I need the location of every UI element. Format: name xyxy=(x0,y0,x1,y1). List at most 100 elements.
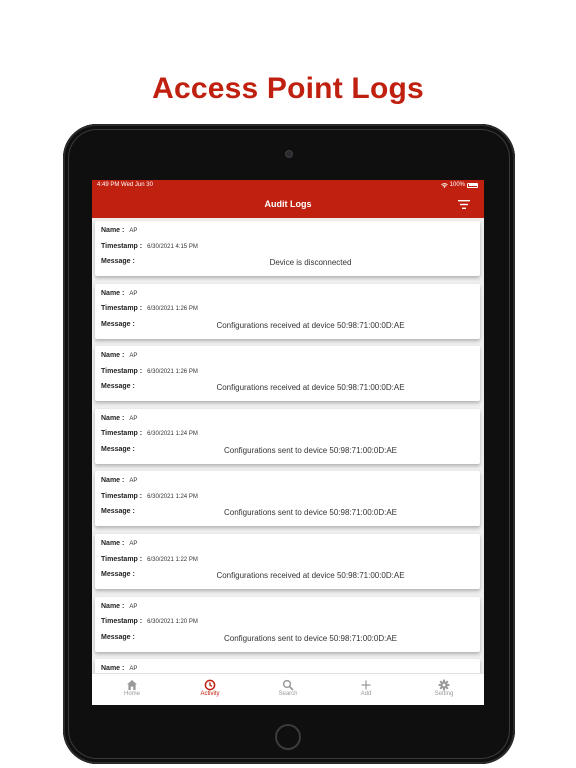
log-card[interactable]: Name : AP Timestamp : 6/30/2021 1:24 PM Mess… xyxy=(95,471,480,527)
log-name-value: AP xyxy=(129,415,138,422)
log-name-value: AP xyxy=(129,666,138,673)
log-message-value: Configurations sent to device 50:98:71:0… xyxy=(224,633,397,643)
nav-bar: Audit Logs xyxy=(92,191,484,218)
log-name-label: Name : xyxy=(101,352,125,360)
log-card[interactable]: Name : AP Timestamp : 6/30/2021 1:26 PM Mess… xyxy=(95,283,480,339)
wifi-icon xyxy=(440,182,448,188)
search-icon xyxy=(282,678,294,691)
log-name-label: Name : xyxy=(101,477,125,485)
log-timestamp-row: Timestamp : 6/30/2021 1:24 PM xyxy=(101,430,474,440)
tab-activity[interactable]: Activity xyxy=(171,674,249,705)
log-message-value: Configurations sent to device 50:98:71:0… xyxy=(224,508,397,518)
log-name-value: AP xyxy=(129,541,138,547)
log-message-label: Message : xyxy=(101,633,135,641)
log-name-value: AP xyxy=(129,478,138,485)
log-name-label: Name : xyxy=(101,227,125,234)
status-time: 4:49 PM Wed Jun 30 xyxy=(97,182,153,188)
log-name-row: Name : AP xyxy=(101,477,474,487)
tab-label: Add xyxy=(360,691,372,697)
log-message-label: Message : xyxy=(101,320,135,328)
log-name-row: Name : AP xyxy=(101,540,474,550)
log-message-value: Configurations received at device 50:98:… xyxy=(216,571,405,580)
clock-icon xyxy=(204,678,216,691)
log-timestamp-row: Timestamp : 6/30/2021 1:26 PM xyxy=(101,368,474,378)
log-message-value: Configurations received at device 50:98:… xyxy=(216,383,405,393)
log-card[interactable]: Name : AP Timestamp : 6/30/2021 1:24 PM Mess… xyxy=(95,408,480,464)
log-timestamp-label: Timestamp : xyxy=(101,367,143,375)
log-timestamp-value: 6/30/2021 1:24 PM xyxy=(147,493,198,500)
log-timestamp-value: 6/30/2021 1:22 PM xyxy=(147,556,198,563)
tab-bar: Home Activity Search Add Setting xyxy=(92,673,484,705)
tab-label: Search xyxy=(278,691,298,697)
tab-label: Activity xyxy=(200,691,220,697)
status-bar: 4:49 PM Wed Jun 30 100% xyxy=(92,180,484,191)
tab-add[interactable]: Add xyxy=(327,674,405,705)
page-headline: Access Point Logs xyxy=(152,72,424,105)
log-timestamp-row: Timestamp : 6/30/2021 4:15 PM xyxy=(101,243,474,253)
log-card[interactable]: Name : AP Timestamp : 6/30/2021 4:15 PM Mess… xyxy=(95,221,480,276)
tab-search[interactable]: Search xyxy=(249,674,327,705)
log-message-row: Message : Device is disconnected xyxy=(101,258,474,268)
filter-icon[interactable] xyxy=(458,199,470,210)
log-timestamp-row: Timestamp : 6/30/2021 1:24 PM xyxy=(101,493,474,503)
log-message-label: Message : xyxy=(101,383,135,391)
log-timestamp-label: Timestamp : xyxy=(101,305,143,313)
log-timestamp-label: Timestamp : xyxy=(101,618,143,626)
log-name-label: Name : xyxy=(101,289,125,297)
battery-percent: 100% xyxy=(449,182,465,188)
log-message-row: Message : Configurations received at devi… xyxy=(101,571,474,581)
log-timestamp-value: 6/30/2021 1:24 PM xyxy=(147,431,198,438)
log-card[interactable]: Name : AP Timestamp : 6/30/2021 1:22 PM Mess… xyxy=(95,534,480,589)
log-timestamp-value: 6/30/2021 1:20 PM xyxy=(147,619,198,626)
log-message-value: Configurations received at device 50:98:… xyxy=(216,320,405,330)
log-timestamp-label: Timestamp : xyxy=(101,430,143,438)
tab-setting[interactable]: Setting xyxy=(405,674,483,705)
log-name-value: AP xyxy=(129,228,138,234)
log-message-label: Message : xyxy=(101,445,135,453)
log-card[interactable]: Name : AP Timestamp : 6/30/2021 1:26 PM Mess… xyxy=(95,346,480,402)
log-name-label: Name : xyxy=(101,665,125,673)
log-card[interactable]: Name : AP Timestamp : 6/30/2021 1:20 PM Mess… xyxy=(95,596,480,652)
front-camera xyxy=(285,150,293,158)
log-message-row: Message : Configurations sent to device 5… xyxy=(101,446,474,456)
plus-icon xyxy=(360,678,372,690)
log-name-label: Name : xyxy=(101,602,125,610)
log-message-value: Configurations sent to device 50:98:71:0… xyxy=(224,445,397,455)
log-timestamp-row: Timestamp : 6/30/2021 1:22 PM xyxy=(101,556,474,566)
log-name-row: Name : AP xyxy=(101,603,474,613)
log-timestamp-label: Timestamp : xyxy=(101,242,143,250)
log-timestamp-row: Timestamp : 6/30/2021 1:26 PM xyxy=(101,305,474,315)
log-timestamp-value: 6/30/2021 1:26 PM xyxy=(147,368,198,375)
log-name-row: Name : AP xyxy=(101,227,474,237)
home-icon xyxy=(126,678,138,690)
log-timestamp-value: 6/30/2021 1:26 PM xyxy=(147,306,198,313)
audit-log-list[interactable]: Name : AP Timestamp : 6/30/2021 4:15 PM Mess… xyxy=(92,218,484,673)
log-message-row: Message : Configurations received at devi… xyxy=(101,383,474,393)
tab-label: Home xyxy=(123,691,140,697)
log-card[interactable]: Name : AP xyxy=(95,659,480,673)
gear-icon xyxy=(438,678,450,691)
battery-icon xyxy=(467,182,478,188)
log-timestamp-value: 6/30/2021 4:15 PM xyxy=(147,243,198,250)
tab-home[interactable]: Home xyxy=(93,674,171,705)
log-message-value: Device is disconnected xyxy=(269,258,352,267)
log-message-row: Message : Configurations sent to device 5… xyxy=(101,508,474,518)
log-message-row: Message : Configurations sent to device 5… xyxy=(101,634,474,644)
home-hardware-button[interactable] xyxy=(275,724,301,750)
log-name-value: AP xyxy=(129,353,138,360)
log-message-row: Message : Configurations received at devi… xyxy=(101,321,474,331)
log-message-label: Message : xyxy=(101,508,135,516)
log-name-label: Name : xyxy=(101,414,125,422)
log-name-value: AP xyxy=(129,603,138,610)
log-name-label: Name : xyxy=(101,540,125,547)
status-right: 100% xyxy=(440,182,478,188)
log-name-row: Name : AP xyxy=(101,352,474,362)
tab-label: Setting xyxy=(434,691,454,697)
nav-title: Audit Logs xyxy=(264,199,312,209)
log-name-row: Name : AP xyxy=(101,665,474,673)
log-timestamp-label: Timestamp : xyxy=(101,555,143,563)
log-message-label: Message : xyxy=(101,571,135,578)
app-screen: 4:49 PM Wed Jun 30 100% Audit Logs Name … xyxy=(92,180,484,705)
log-message-label: Message : xyxy=(101,258,135,265)
log-name-value: AP xyxy=(129,290,138,297)
